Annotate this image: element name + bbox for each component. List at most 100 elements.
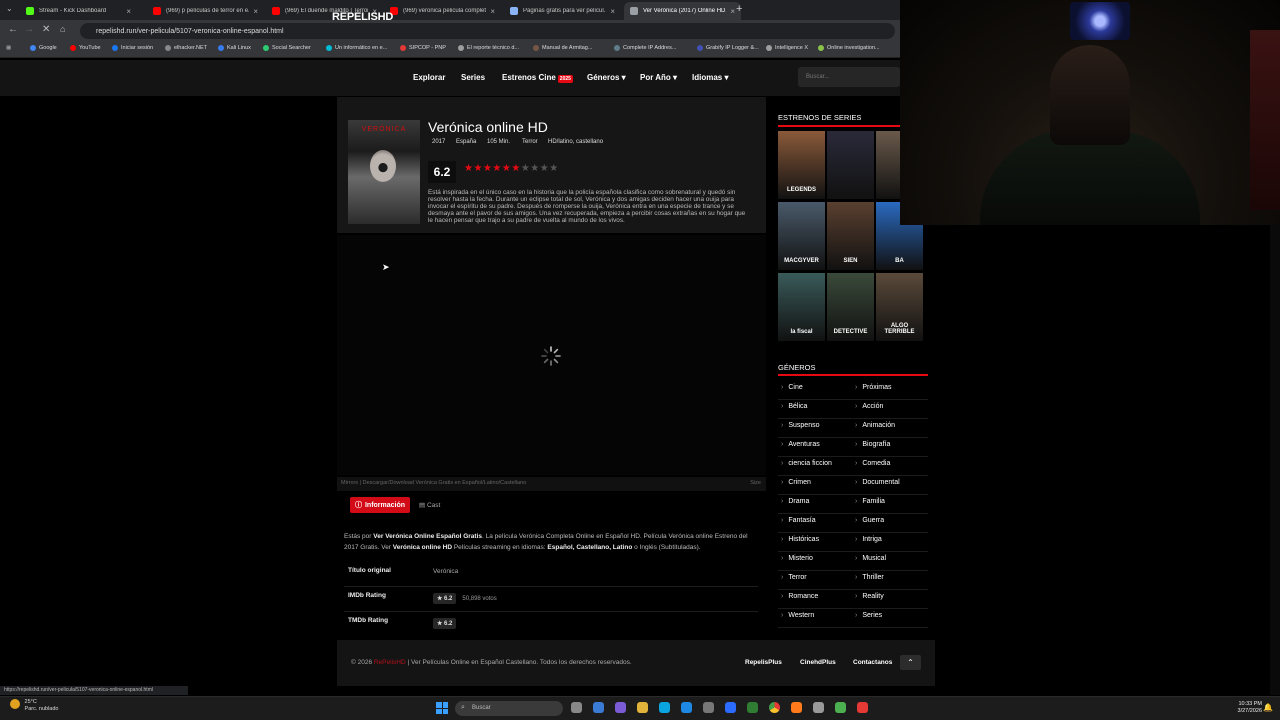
- bookmark-item[interactable]: Kali Linux: [218, 45, 251, 51]
- bookmark-item[interactable]: SIPCOP - PNP: [400, 45, 446, 51]
- bookmark-item[interactable]: El reporte técnico d...: [458, 45, 519, 51]
- nav-por-anio[interactable]: Por Año ▾: [640, 73, 677, 82]
- footer-link-repelisplus[interactable]: RepelisPlus: [745, 659, 782, 666]
- taskbar-search[interactable]: ⌕ Buscar: [455, 701, 563, 716]
- genre-link[interactable]: Acción: [855, 403, 883, 410]
- star-icon[interactable]: ★: [483, 163, 492, 174]
- bookmark-item[interactable]: Un informático en e...: [326, 45, 387, 51]
- bookmark-item[interactable]: YouTube: [70, 45, 101, 51]
- copy-brand[interactable]: RePelisHD: [374, 659, 406, 666]
- movie-country[interactable]: España: [456, 139, 476, 145]
- genre-link[interactable]: Series: [855, 612, 882, 619]
- browser-tab[interactable]: Stream - Kick Dashboard ×: [20, 2, 137, 20]
- xbox-icon[interactable]: [747, 702, 758, 713]
- apps-icon[interactable]: ▦: [6, 45, 11, 51]
- series-thumbnail[interactable]: SIEN: [827, 202, 874, 270]
- genre-link[interactable]: Suspenso: [781, 422, 819, 429]
- steam-icon[interactable]: [703, 702, 714, 713]
- genre-link[interactable]: Thriller: [855, 574, 883, 581]
- genre-link[interactable]: Documental: [855, 479, 899, 486]
- genre-link[interactable]: Fantasía: [781, 517, 815, 524]
- close-tab-icon[interactable]: ×: [490, 7, 495, 16]
- teams-icon[interactable]: [615, 702, 626, 713]
- genre-link[interactable]: Terror: [781, 574, 806, 581]
- series-thumbnail[interactable]: [827, 131, 874, 199]
- genre-link[interactable]: Cine: [781, 384, 802, 391]
- star-icon[interactable]: ★: [521, 163, 530, 174]
- genre-link[interactable]: Romance: [781, 593, 818, 600]
- bookmark-item[interactable]: Grabify IP Logger &...: [697, 45, 759, 51]
- mirrors-text[interactable]: Mirrors | Descargar/Download Verónica Gr…: [341, 480, 526, 486]
- bookmark-item[interactable]: Google: [30, 45, 57, 51]
- vscode-icon[interactable]: [725, 702, 736, 713]
- star-icon[interactable]: ★: [530, 163, 539, 174]
- bookmark-item[interactable]: Iniciar sesión: [112, 45, 153, 51]
- copilot-icon[interactable]: [593, 702, 604, 713]
- tab-search-icon[interactable]: ⌄: [6, 4, 13, 13]
- genre-link[interactable]: Intriga: [855, 536, 881, 543]
- genre-link[interactable]: Crimen: [781, 479, 811, 486]
- close-tab-icon[interactable]: ×: [730, 7, 735, 16]
- genre-link[interactable]: Misterio: [781, 555, 813, 562]
- genre-link[interactable]: ciencia ficcion: [781, 460, 832, 467]
- app-icon[interactable]: [813, 702, 824, 713]
- genre-link[interactable]: Bélica: [781, 403, 807, 410]
- genre-link[interactable]: Aventuras: [781, 441, 819, 448]
- movie-genre[interactable]: Terror: [522, 139, 538, 145]
- bookmark-item[interactable]: Manual de Armitag...: [533, 45, 592, 51]
- reload-icon[interactable]: ✕: [42, 24, 50, 35]
- scroll-top-button[interactable]: ⌃: [900, 655, 921, 670]
- genre-link[interactable]: Reality: [855, 593, 883, 600]
- tab-cast[interactable]: ▤ Cast: [419, 501, 440, 509]
- series-thumbnail[interactable]: MACGYVER: [778, 202, 825, 270]
- series-thumbnail[interactable]: LEGENDS: [778, 131, 825, 199]
- nav-explorar[interactable]: Explorar: [413, 73, 445, 82]
- app-icon[interactable]: [835, 702, 846, 713]
- footer-link-contactanos[interactable]: Contactanos: [853, 659, 892, 666]
- bookmark-item[interactable]: Complete IP Addres...: [614, 45, 676, 51]
- star-icon[interactable]: ★: [492, 163, 501, 174]
- bookmark-item[interactable]: Social Searcher: [263, 45, 311, 51]
- rating-stars[interactable]: ★★★★★★★★★★: [464, 163, 559, 174]
- app-icon[interactable]: [857, 702, 868, 713]
- genre-link[interactable]: Guerra: [855, 517, 884, 524]
- movie-year[interactable]: 2017: [432, 139, 445, 145]
- star-icon[interactable]: ★: [502, 163, 511, 174]
- genre-link[interactable]: Comedia: [855, 460, 890, 467]
- browser-tab[interactable]: (969) veronica pelicula complet... ×: [384, 2, 501, 20]
- genre-link[interactable]: Próximas: [855, 384, 891, 391]
- close-tab-icon[interactable]: ×: [126, 7, 131, 16]
- genre-link[interactable]: Western: [781, 612, 814, 619]
- notification-icon[interactable]: 🔔: [1263, 703, 1273, 712]
- browser-tab[interactable]: (969) p películas de terror en e... ×: [147, 2, 264, 20]
- series-thumbnail[interactable]: la fiscal: [778, 273, 825, 341]
- star-icon[interactable]: ★: [549, 163, 558, 174]
- clock[interactable]: 10:33 PM 3/27/2026: [1228, 701, 1262, 715]
- star-icon[interactable]: ★: [473, 163, 482, 174]
- home-icon[interactable]: ⌂: [60, 24, 65, 34]
- task-view-icon[interactable]: [571, 702, 582, 713]
- firefox-icon[interactable]: [791, 702, 802, 713]
- back-icon[interactable]: ←: [8, 24, 18, 35]
- site-logo[interactable]: REPELISHD: [332, 11, 393, 23]
- star-icon[interactable]: ★: [511, 163, 520, 174]
- genre-link[interactable]: Drama: [781, 498, 809, 505]
- new-tab-button[interactable]: +: [736, 3, 742, 15]
- edge-icon[interactable]: [659, 702, 670, 713]
- footer-link-cinehdplus[interactable]: CinehdPlus: [800, 659, 836, 666]
- windows-start-icon[interactable]: [436, 702, 448, 714]
- chrome-icon[interactable]: [769, 702, 780, 713]
- bookmark-item[interactable]: Intelligence X: [766, 45, 808, 51]
- nav-idiomas[interactable]: Idiomas ▾: [692, 73, 728, 82]
- file-explorer-icon[interactable]: [637, 702, 648, 713]
- browser-tab[interactable]: Ver Verónica (2017) Online HD... ×: [624, 2, 741, 20]
- weather-widget[interactable]: 25°C Parc. nublado: [10, 699, 58, 713]
- genre-link[interactable]: Animación: [855, 422, 895, 429]
- genre-link[interactable]: Musical: [855, 555, 886, 562]
- nav-series[interactable]: Series: [461, 73, 485, 82]
- close-tab-icon[interactable]: ×: [253, 7, 258, 16]
- genre-link[interactable]: Familia: [855, 498, 885, 505]
- bookmark-item[interactable]: elhacker.NET: [165, 45, 207, 51]
- genre-link[interactable]: Históricas: [781, 536, 819, 543]
- bookmark-item[interactable]: Online investigation...: [818, 45, 880, 51]
